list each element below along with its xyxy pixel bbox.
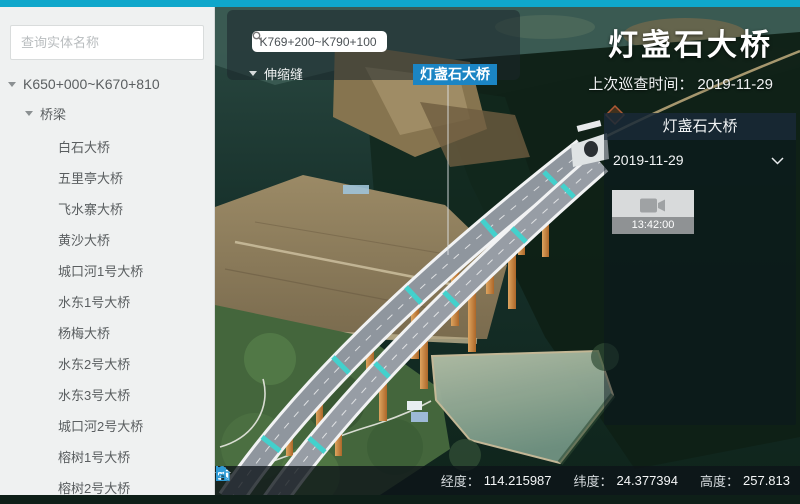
last-inspection: 上次巡查时间：2019-11-29 [588,73,773,94]
tree-node-section-label: K650+000~K670+810 [23,76,160,92]
map-toolbar [225,473,340,489]
inspection-date-row[interactable]: 2019-11-29 [604,140,796,180]
inspection-video-thumbnail[interactable]: 13:42:00 [612,190,694,234]
altitude-value: 257.813 [743,473,790,488]
chevron-down-icon[interactable] [771,152,784,168]
caret-down-icon[interactable] [25,111,33,116]
bridge-list-item[interactable]: 水东1号大桥 [0,287,214,318]
tree-node-bridges-label: 桥梁 [40,104,66,123]
bridge-list-item[interactable]: 飞水寨大桥 [0,194,214,225]
bridge-list-item[interactable]: 城口河1号大桥 [0,256,214,287]
stake-range-value: K769+200~K790+100 [259,35,376,49]
sidebar: K650+000~K670+810 桥梁 白石大桥五里亭大桥飞水寨大桥黄沙大桥城… [0,7,215,495]
bridge-list-item[interactable]: 城口河2号大桥 [0,411,214,442]
latitude-label: 纬度： [574,471,613,490]
bridge-list-item[interactable]: 水东3号大桥 [0,380,214,411]
page-title: 灯盏石大桥 [588,20,773,64]
map-entity-label[interactable]: 灯盏石大桥 [413,64,497,85]
inspection-panel-title: 灯盏石大桥 [604,113,796,140]
stake-range-input[interactable]: K769+200~K790+100 [252,31,387,52]
thumbnail-timestamp: 13:42:00 [612,217,694,234]
tree-node-section[interactable]: K650+000~K670+810 [0,70,214,98]
entity-search [10,25,204,60]
bridge-list: 白石大桥五里亭大桥飞水寨大桥黄沙大桥城口河1号大桥水东1号大桥杨梅大桥水东2号大… [0,132,214,504]
street-view-icon[interactable] [324,473,340,489]
caret-down-icon[interactable] [249,71,257,76]
status-bar: 经度： 114.215987 纬度： 24.377394 高度： 257.813 [215,466,800,495]
altitude-label: 高度： [700,471,739,490]
coordinate-readout: 经度： 114.215987 纬度： 24.377394 高度： 257.813 [441,466,790,495]
bridge-list-item[interactable]: 榕树2号大桥 [0,473,214,504]
entity-tree: K650+000~K670+810 桥梁 白石大桥五里亭大桥飞水寨大桥黄沙大桥城… [0,70,214,504]
camera-icon [640,198,666,219]
layer-tree-node-label: 伸缩缝 [264,64,303,83]
building-icon[interactable] [291,473,307,489]
entity-search-input[interactable] [10,25,204,60]
tree-node-bridges[interactable]: 桥梁 [0,98,214,128]
bridge-list-item[interactable]: 榕树1号大桥 [0,442,214,473]
inspection-date: 2019-11-29 [613,152,684,168]
inspection-panel: 灯盏石大桥 2019-11-29 13:42:00 [604,113,796,425]
bridge-list-item[interactable]: 水东2号大桥 [0,349,214,380]
bridge-hero: 灯盏石大桥 上次巡查时间：2019-11-29 [588,20,773,94]
longitude-value: 114.215987 [484,473,552,488]
longitude-label: 经度： [441,471,480,490]
bridge-list-item[interactable]: 杨梅大桥 [0,318,214,349]
caret-down-icon[interactable] [8,82,16,87]
last-inspection-label: 上次巡查时间： [588,76,693,93]
layer-tree-node[interactable]: 伸缩缝 [249,64,303,83]
bridge-list-item[interactable]: 黄沙大桥 [0,225,214,256]
latitude-value: 24.377394 [617,473,678,488]
last-inspection-date: 2019-11-29 [697,76,773,93]
flag-icon[interactable] [258,473,274,489]
bridge-list-item[interactable]: 白石大桥 [0,132,214,163]
top-accent-bar [0,0,800,7]
bridge-list-item[interactable]: 五里亭大桥 [0,163,214,194]
